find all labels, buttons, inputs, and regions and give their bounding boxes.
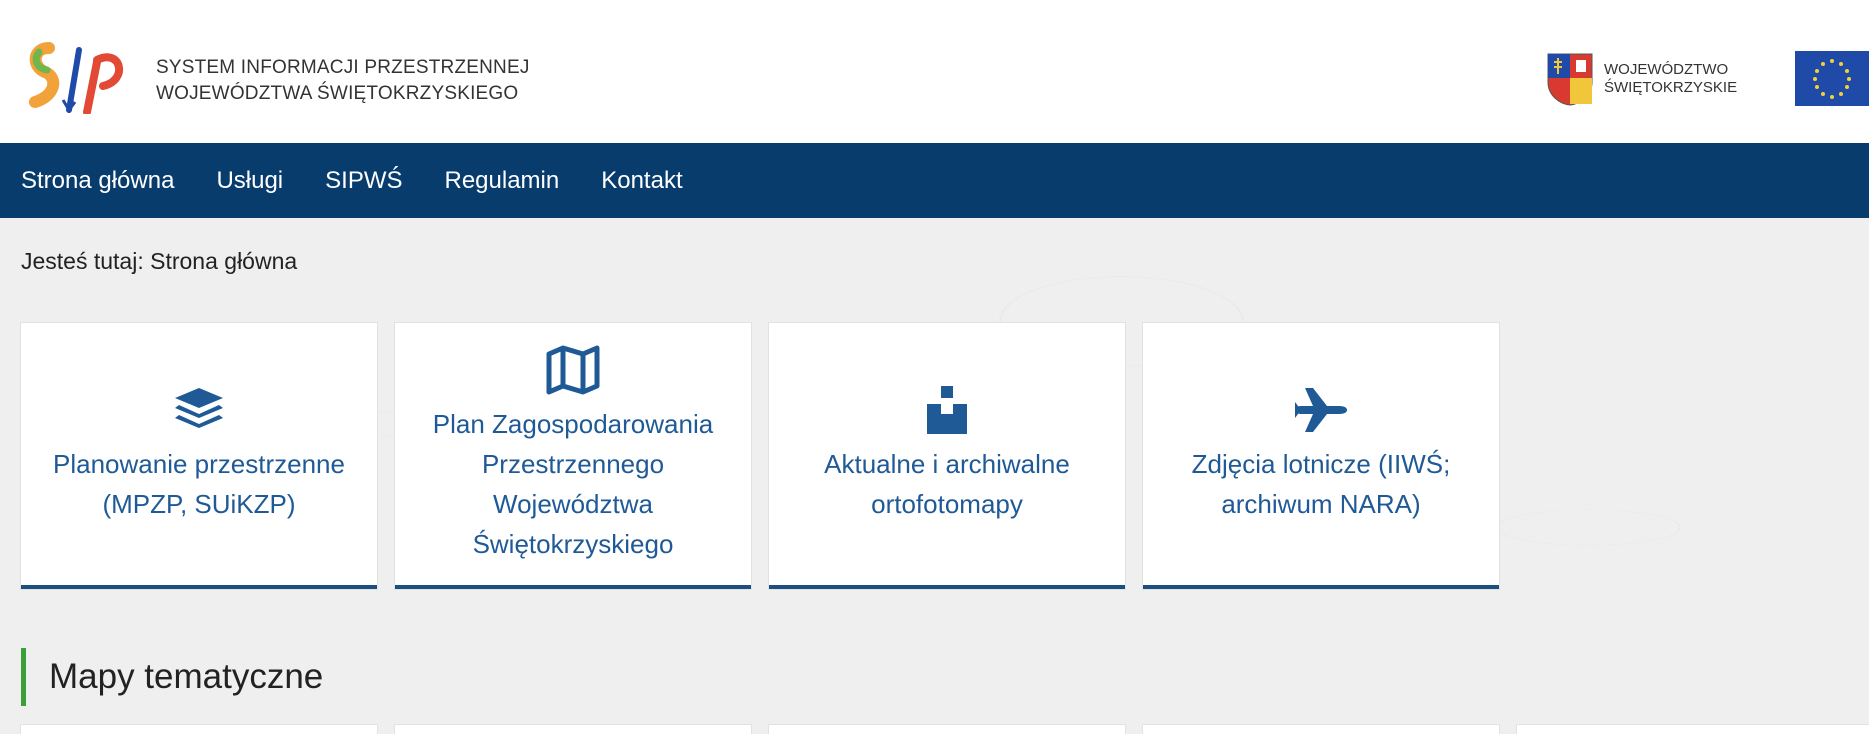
tile-planning-label: Planowanie przestrzenne (MPZP, SUiKZP) <box>53 449 345 519</box>
nav-item-home[interactable]: Strona główna <box>21 167 174 195</box>
tile-spatial-plan[interactable]: Plan Zagospodarowania Przestrzennego Woj… <box>395 323 751 589</box>
thematic-tile[interactable] <box>21 725 377 734</box>
nav-item-regulations[interactable]: Regulamin <box>444 167 559 195</box>
plane-icon <box>1295 388 1347 432</box>
tile-aerial-photos[interactable]: Zdjęcia lotnicze (IIWŚ; archiwum NARA) <box>1143 323 1499 589</box>
breadcrumb: Jesteś tutaj: Strona główna <box>21 248 298 274</box>
tile-orthophoto[interactable]: Aktualne i archiwalne ortofotomapy <box>769 323 1125 589</box>
thematic-tile[interactable] <box>769 725 1125 734</box>
map-icon <box>546 345 600 395</box>
thematic-tile[interactable] <box>1517 725 1869 734</box>
nav-item-services[interactable]: Usługi <box>216 167 283 195</box>
thematic-tile[interactable] <box>395 725 751 734</box>
main-nav: Strona główna Usługi SIPWŚ Regulamin Kon… <box>0 143 1869 218</box>
main-content: Jesteś tutaj: Strona główna Planowanie p… <box>0 218 1869 734</box>
section-title: Mapy tematyczne <box>21 648 323 706</box>
ortho-icon <box>927 386 967 434</box>
tile-aerial-photos-label: Zdjęcia lotnicze (IIWŚ; archiwum NARA) <box>1191 449 1451 519</box>
logo-text: SYSTEM INFORMACJI PRZESTRZENNEJ WOJEWÓDZ… <box>156 55 530 107</box>
layers-icon <box>175 388 223 428</box>
region-line2: ŚWIĘTOKRZYSKIE <box>1604 79 1738 96</box>
thematic-tile[interactable] <box>1143 725 1499 734</box>
thematic-maps-grid <box>21 725 1869 734</box>
region-text: WOJEWÓDZTWO ŚWIĘTOKRZYSKIE <box>1604 61 1737 97</box>
logo-text-line1: SYSTEM INFORMACJI PRZESTRZENNEJ <box>156 57 530 78</box>
tiles-grid: Planowanie przestrzenne (MPZP, SUiKZP) P… <box>21 323 1517 589</box>
site-header: SYSTEM INFORMACJI PRZESTRZENNEJ WOJEWÓDZ… <box>0 0 1869 143</box>
coat-of-arms-icon <box>1547 53 1593 106</box>
sip-logo[interactable] <box>25 42 145 114</box>
nav-item-sipws[interactable]: SIPWŚ <box>325 167 402 195</box>
tile-spatial-plan-label: Plan Zagospodarowania Przestrzennego Woj… <box>432 409 714 559</box>
eu-flag-icon <box>1795 51 1869 106</box>
nav-item-contact[interactable]: Kontakt <box>601 167 682 195</box>
region-line1: WOJEWÓDZTWO <box>1604 61 1729 78</box>
tile-planning[interactable]: Planowanie przestrzenne (MPZP, SUiKZP) <box>21 323 377 589</box>
tile-orthophoto-label: Aktualne i archiwalne ortofotomapy <box>824 449 1070 519</box>
logo-text-line2: WOJEWÓDZTWA ŚWIĘTOKRZYSKIEGO <box>156 83 519 104</box>
